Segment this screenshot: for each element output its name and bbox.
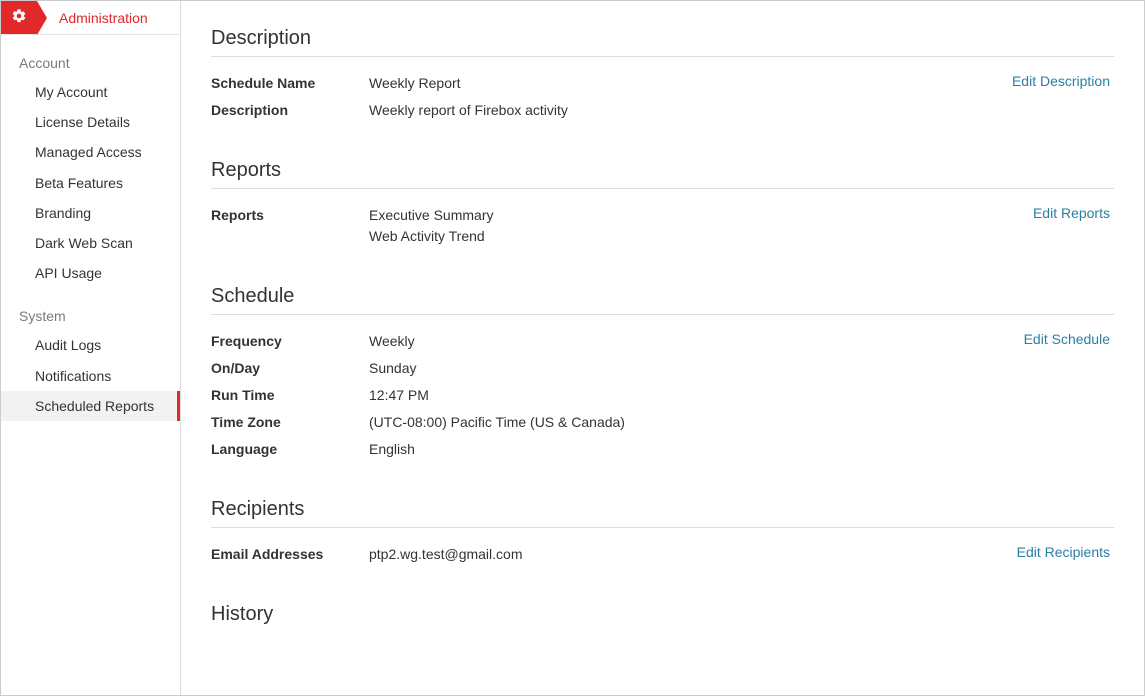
- section-body-description: Edit Description Schedule Name Weekly Re…: [211, 73, 1114, 121]
- edit-schedule-link[interactable]: Edit Schedule: [1004, 331, 1110, 347]
- label-description: Description: [211, 100, 369, 121]
- value-reports: Executive Summary Web Activity Trend: [369, 205, 1114, 247]
- sidebar-item-label: License Details: [35, 114, 130, 130]
- sidebar: Administration Account My Account Licens…: [1, 1, 181, 695]
- row-run-time: Run Time 12:47 PM: [211, 385, 1114, 406]
- value-reports-2: Web Activity Trend: [369, 226, 1114, 247]
- nav-section-title-system: System: [1, 288, 180, 330]
- row-email-addresses: Email Addresses ptp2.wg.test@gmail.com: [211, 544, 1114, 565]
- sidebar-item-label: Branding: [35, 205, 91, 221]
- sidebar-item-label: Audit Logs: [35, 337, 101, 353]
- row-frequency: Frequency Weekly: [211, 331, 1114, 352]
- label-email-addresses: Email Addresses: [211, 544, 369, 565]
- edit-description-link[interactable]: Edit Description: [992, 73, 1110, 89]
- section-title-description: Description: [211, 27, 1114, 57]
- sidebar-item-api-usage[interactable]: API Usage: [1, 258, 180, 288]
- sidebar-item-scheduled-reports[interactable]: Scheduled Reports: [1, 391, 180, 421]
- value-on-day: Sunday: [369, 358, 1114, 379]
- edit-recipients-link[interactable]: Edit Recipients: [997, 544, 1110, 560]
- row-on-day: On/Day Sunday: [211, 358, 1114, 379]
- value-description: Weekly report of Firebox activity: [369, 100, 1114, 121]
- sidebar-item-label: Scheduled Reports: [35, 398, 154, 414]
- row-description: Description Weekly report of Firebox act…: [211, 100, 1114, 121]
- section-schedule: Schedule Edit Schedule Frequency Weekly …: [211, 285, 1114, 460]
- label-on-day: On/Day: [211, 358, 369, 379]
- section-description: Description Edit Description Schedule Na…: [211, 27, 1114, 121]
- sidebar-item-dark-web-scan[interactable]: Dark Web Scan: [1, 228, 180, 258]
- label-schedule-name: Schedule Name: [211, 73, 369, 94]
- label-reports: Reports: [211, 205, 369, 226]
- sidebar-item-my-account[interactable]: My Account: [1, 77, 180, 107]
- label-frequency: Frequency: [211, 331, 369, 352]
- sidebar-item-label: Notifications: [35, 368, 111, 384]
- row-language: Language English: [211, 439, 1114, 460]
- section-history: History: [211, 603, 1114, 632]
- label-time-zone: Time Zone: [211, 412, 369, 433]
- sidebar-item-branding[interactable]: Branding: [1, 198, 180, 228]
- sidebar-header: Administration: [1, 1, 180, 35]
- sidebar-item-notifications[interactable]: Notifications: [1, 361, 180, 391]
- section-title-schedule: Schedule: [211, 285, 1114, 315]
- section-reports: Reports Edit Reports Reports Executive S…: [211, 159, 1114, 247]
- row-reports: Reports Executive Summary Web Activity T…: [211, 205, 1114, 247]
- gear-icon: [11, 8, 27, 28]
- value-language: English: [369, 439, 1114, 460]
- sidebar-item-label: My Account: [35, 84, 107, 100]
- section-title-history: History: [211, 603, 1114, 632]
- row-schedule-name: Schedule Name Weekly Report: [211, 73, 1114, 94]
- sidebar-title: Administration: [59, 10, 148, 26]
- sidebar-item-label: API Usage: [35, 265, 102, 281]
- nav-section-title-account: Account: [1, 35, 180, 77]
- app-root: Administration Account My Account Licens…: [0, 0, 1145, 696]
- sidebar-item-label: Managed Access: [35, 144, 142, 160]
- row-time-zone: Time Zone (UTC-08:00) Pacific Time (US &…: [211, 412, 1114, 433]
- sidebar-item-label: Beta Features: [35, 175, 123, 191]
- section-body-schedule: Edit Schedule Frequency Weekly On/Day Su…: [211, 331, 1114, 460]
- sidebar-item-label: Dark Web Scan: [35, 235, 133, 251]
- nav-section-account: Account My Account License Details Manag…: [1, 35, 180, 288]
- value-run-time: 12:47 PM: [369, 385, 1114, 406]
- sidebar-item-beta-features[interactable]: Beta Features: [1, 168, 180, 198]
- sidebar-item-audit-logs[interactable]: Audit Logs: [1, 330, 180, 360]
- section-title-reports: Reports: [211, 159, 1114, 189]
- value-reports-1: Executive Summary: [369, 205, 1114, 226]
- sidebar-item-license-details[interactable]: License Details: [1, 107, 180, 137]
- section-body-recipients: Edit Recipients Email Addresses ptp2.wg.…: [211, 544, 1114, 565]
- label-language: Language: [211, 439, 369, 460]
- sidebar-item-managed-access[interactable]: Managed Access: [1, 137, 180, 167]
- nav-section-system: System Audit Logs Notifications Schedule…: [1, 288, 180, 421]
- label-run-time: Run Time: [211, 385, 369, 406]
- value-time-zone: (UTC-08:00) Pacific Time (US & Canada): [369, 412, 1114, 433]
- gear-icon-box: [1, 1, 37, 34]
- section-body-reports: Edit Reports Reports Executive Summary W…: [211, 205, 1114, 247]
- edit-reports-link[interactable]: Edit Reports: [1013, 205, 1110, 221]
- value-frequency: Weekly: [369, 331, 1114, 352]
- sidebar-header-tag: Administration: [1, 1, 148, 34]
- main-content: Description Edit Description Schedule Na…: [181, 1, 1144, 695]
- section-recipients: Recipients Edit Recipients Email Address…: [211, 498, 1114, 565]
- section-title-recipients: Recipients: [211, 498, 1114, 528]
